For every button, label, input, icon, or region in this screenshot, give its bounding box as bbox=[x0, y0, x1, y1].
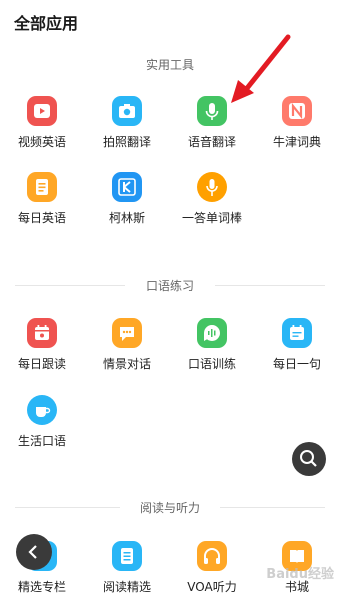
back-button[interactable] bbox=[16, 534, 52, 570]
coffee-cup-icon bbox=[27, 395, 57, 425]
app-voice-translate[interactable]: 语音翻译 bbox=[170, 96, 254, 150]
app-label: 语音翻译 bbox=[187, 135, 236, 149]
app-label: 精选专栏 bbox=[17, 580, 66, 594]
app-label: 柯林斯 bbox=[108, 211, 145, 225]
app-label: 口语训练 bbox=[187, 357, 236, 371]
section-title-reading: 阅读与听力 bbox=[139, 501, 200, 515]
app-label: 牛津词典 bbox=[272, 135, 321, 149]
app-daily-sentence[interactable]: 每日一句 bbox=[255, 318, 339, 372]
app-label: VOA听力 bbox=[187, 580, 237, 594]
app-oxford-dictionary[interactable]: 牛津词典 bbox=[255, 96, 339, 150]
letter-k-icon bbox=[112, 172, 142, 202]
app-voa-listening[interactable]: VOA听力 bbox=[170, 541, 254, 595]
app-label: 情景对话 bbox=[102, 357, 151, 371]
calendar-icon bbox=[27, 318, 57, 348]
app-video-english[interactable]: 视频英语 bbox=[0, 96, 84, 150]
search-icon bbox=[300, 450, 317, 467]
reading-icon bbox=[112, 541, 142, 571]
app-collins[interactable]: 柯林斯 bbox=[85, 172, 169, 226]
app-label: 拍照翻译 bbox=[102, 135, 151, 149]
app-label: 视频英语 bbox=[17, 135, 66, 149]
app-label: 阅读精选 bbox=[102, 580, 151, 594]
app-word-stick[interactable]: 一答单词棒 bbox=[170, 172, 254, 226]
page-title: 全部应用 bbox=[14, 14, 79, 33]
app-speaking-training[interactable]: 口语训练 bbox=[170, 318, 254, 372]
search-button[interactable] bbox=[292, 442, 326, 476]
video-play-icon bbox=[27, 96, 57, 126]
chat-bubble-icon bbox=[112, 318, 142, 348]
section-title-speaking: 口语练习 bbox=[145, 279, 194, 293]
app-label: 每日英语 bbox=[17, 211, 66, 225]
app-label: 每日跟读 bbox=[17, 357, 66, 371]
calendar-list-icon bbox=[282, 318, 312, 348]
app-daily-life-speaking[interactable]: 生活口语 bbox=[0, 395, 84, 449]
microphone-icon bbox=[197, 96, 227, 126]
app-label: 一答单词棒 bbox=[181, 211, 242, 225]
app-situational-dialogue[interactable]: 情景对话 bbox=[85, 318, 169, 372]
camera-icon bbox=[112, 96, 142, 126]
section-title-tools: 实用工具 bbox=[145, 58, 194, 72]
mic-badge-icon bbox=[197, 172, 227, 202]
app-reading-selection[interactable]: 阅读精选 bbox=[85, 541, 169, 595]
chevron-left-icon bbox=[28, 545, 37, 559]
app-label: 生活口语 bbox=[17, 434, 66, 448]
app-daily-english[interactable]: 每日英语 bbox=[0, 172, 84, 226]
app-daily-followread[interactable]: 每日跟读 bbox=[0, 318, 84, 372]
document-icon bbox=[27, 172, 57, 202]
letter-n-icon bbox=[282, 96, 312, 126]
sound-wave-icon bbox=[197, 318, 227, 348]
app-photo-translate[interactable]: 拍照翻译 bbox=[85, 96, 169, 150]
watermark: Baidu经验 bbox=[266, 567, 334, 582]
app-label: 每日一句 bbox=[272, 357, 321, 371]
headphones-icon bbox=[197, 541, 227, 571]
